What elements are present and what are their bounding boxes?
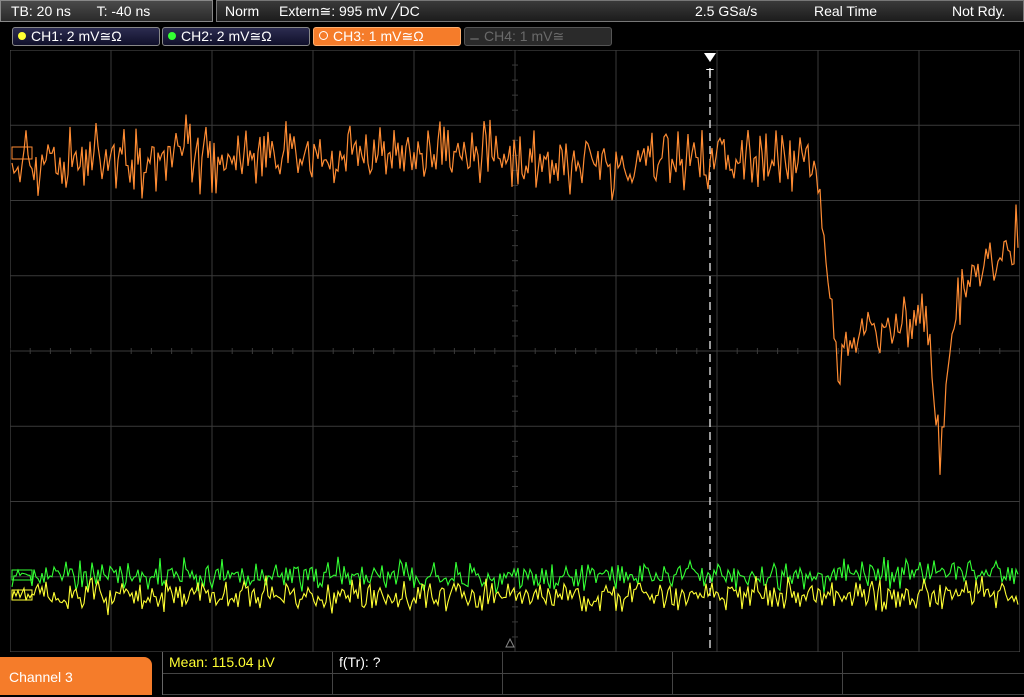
ch4-label: CH4: 1 mV≅ [484,28,565,44]
ch3-label: CH3: 1 mV≅Ω [333,28,424,44]
top-bar: TB: 20 ns T: -40 ns Norm Extern≅: 995 mV… [0,0,1024,24]
trigger-time-label: T: -40 ns [96,3,151,19]
channel-4-button[interactable]: CH4: 1 mV≅ [464,27,612,46]
waveform-display[interactable]: T [10,50,1020,652]
status-box[interactable]: Norm Extern≅: 995 mV ╱DC 2.5 GSa/s Real … [216,0,1024,22]
trigger-marker-label: T [706,66,714,81]
channel-bar: CH1: 2 mV≅Ω CH2: 2 mV≅Ω CH3: 1 mV≅Ω CH4:… [0,26,1024,48]
bottom-panel: Channel 3 Mean: 115.04 µV f(Tr): ? [0,652,1024,695]
measurement-cell-10[interactable] [843,673,1024,694]
measurement-cell-6[interactable] [163,673,333,694]
measurement-cell-5[interactable] [843,652,1024,673]
ch2-dot-icon [168,32,176,40]
acquisition-state: Not Rdy. [952,3,1006,19]
ch1-dot-icon [18,32,26,40]
channel-2-button[interactable]: CH2: 2 mV≅Ω [162,27,310,46]
ch2-label: CH2: 2 mV≅Ω [181,28,272,44]
measurement-table: Mean: 115.04 µV f(Tr): ? [162,652,1024,695]
channel-3-tab[interactable]: Channel 3 [0,657,152,695]
measurement-cell-9[interactable] [673,673,843,694]
mean-measurement[interactable]: Mean: 115.04 µV [163,652,333,673]
measurement-cell-3[interactable] [503,652,673,673]
sample-rate: 2.5 GSa/s [695,3,758,19]
trigger-source: Extern≅: 995 mV ╱DC [279,3,420,19]
ch1-label: CH1: 2 mV≅Ω [31,28,122,44]
ch3-dot-icon [319,31,328,40]
acquisition-mode: Real Time [814,3,878,19]
timebase-label: TB: 20 ns [11,3,71,19]
channel-3-button[interactable]: CH3: 1 mV≅Ω [313,27,461,46]
channel-1-button[interactable]: CH1: 2 mV≅Ω [12,27,160,46]
ch4-dash-icon [470,38,479,40]
trigger-mode: Norm [225,3,260,19]
ftr-measurement[interactable]: f(Tr): ? [333,652,503,673]
measurement-cell-4[interactable] [673,652,843,673]
measurement-cell-7[interactable] [333,673,503,694]
measurement-cell-8[interactable] [503,673,673,694]
timebase-box[interactable]: TB: 20 ns T: -40 ns [0,0,213,22]
